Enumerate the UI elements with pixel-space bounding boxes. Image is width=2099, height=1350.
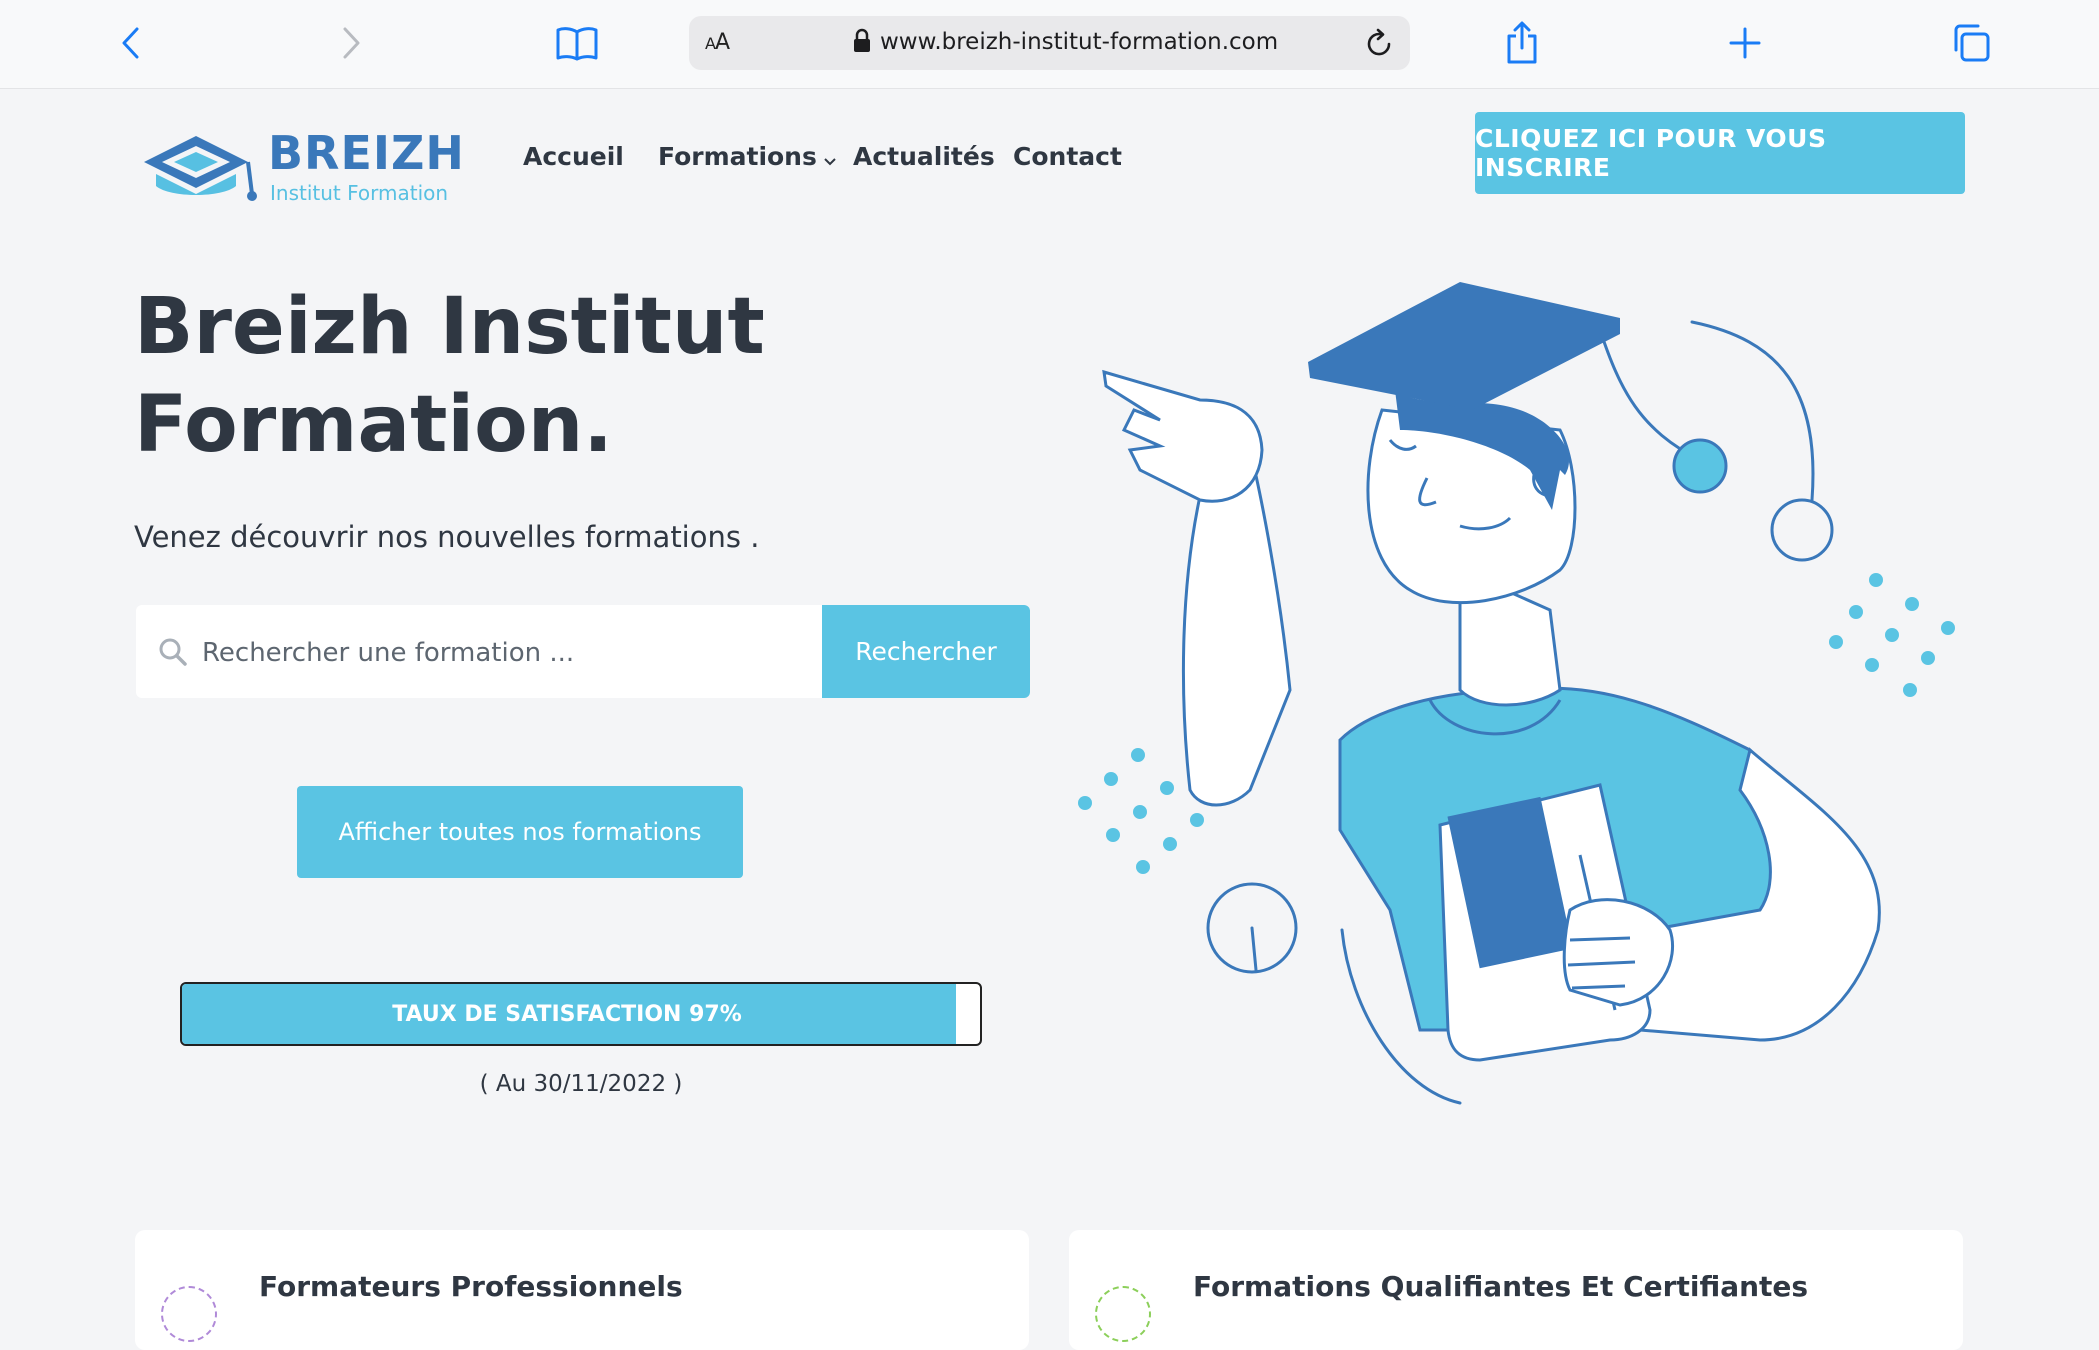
reader-aa-button[interactable]: AA	[705, 30, 730, 55]
feature-card-trainers: Formateurs Professionnels	[135, 1230, 1029, 1350]
logo-wordmark: BREIZH	[268, 126, 465, 180]
certificate-icon	[1095, 1286, 1151, 1342]
new-tab-icon[interactable]	[1728, 26, 1762, 60]
browser-toolbar: AA www.breizh-institut-formation.com	[0, 0, 2099, 89]
bookmarks-icon[interactable]	[555, 24, 599, 62]
logo-mark	[144, 136, 257, 201]
nav-accueil[interactable]: Accueil	[523, 142, 624, 171]
trainer-icon	[161, 1286, 217, 1342]
back-icon[interactable]	[116, 24, 146, 62]
page-title-line1: Breizh Institut	[134, 282, 765, 372]
search-input[interactable]	[200, 605, 784, 698]
feature-card-title: Formations Qualifiantes Et Certifiantes	[1193, 1270, 1809, 1303]
graduate-illustration	[1078, 282, 1955, 1105]
nav-formations[interactable]: Formations	[658, 142, 837, 173]
url-text: www.breizh-institut-formation.com	[880, 29, 1279, 55]
share-icon[interactable]	[1504, 20, 1540, 66]
nav-formations-label: Formations	[658, 142, 817, 171]
logo-subtitle: Institut Formation	[270, 181, 449, 205]
page-title: Breizh Institut Formation.	[134, 278, 834, 474]
search-form: Rechercher	[136, 605, 1030, 698]
satisfaction-progress-bar: TAUX DE SATISFACTION 97%	[180, 982, 982, 1046]
reload-icon[interactable]	[1363, 27, 1395, 63]
chevron-down-icon	[823, 144, 837, 173]
feature-card-title: Formateurs Professionnels	[259, 1270, 683, 1303]
search-button[interactable]: Rechercher	[822, 605, 1030, 698]
lock-icon	[853, 28, 871, 58]
satisfaction-label: TAUX DE SATISFACTION 97%	[392, 1001, 742, 1027]
satisfaction-date: ( Au 30/11/2022 )	[479, 1071, 683, 1097]
show-all-formations-button[interactable]: Afficher toutes nos formations	[297, 786, 743, 878]
address-bar[interactable]: AA www.breizh-institut-formation.com	[689, 16, 1410, 70]
nav-contact[interactable]: Contact	[1013, 142, 1122, 171]
hero-subtitle: Venez découvrir nos nouvelles formations…	[134, 520, 760, 554]
feature-card-certified: Formations Qualifiantes Et Certifiantes	[1069, 1230, 1963, 1350]
register-cta-button[interactable]: CLIQUEZ ICI POUR VOUS INSCRIRE	[1475, 112, 1965, 194]
site-logo[interactable]: BREIZH Institut Formation	[136, 124, 464, 214]
search-icon	[158, 637, 188, 671]
page-title-line2: Formation.	[134, 380, 613, 470]
forward-icon[interactable]	[336, 24, 366, 62]
nav-actualites[interactable]: Actualités	[853, 142, 995, 171]
tabs-icon[interactable]	[1950, 22, 1992, 64]
